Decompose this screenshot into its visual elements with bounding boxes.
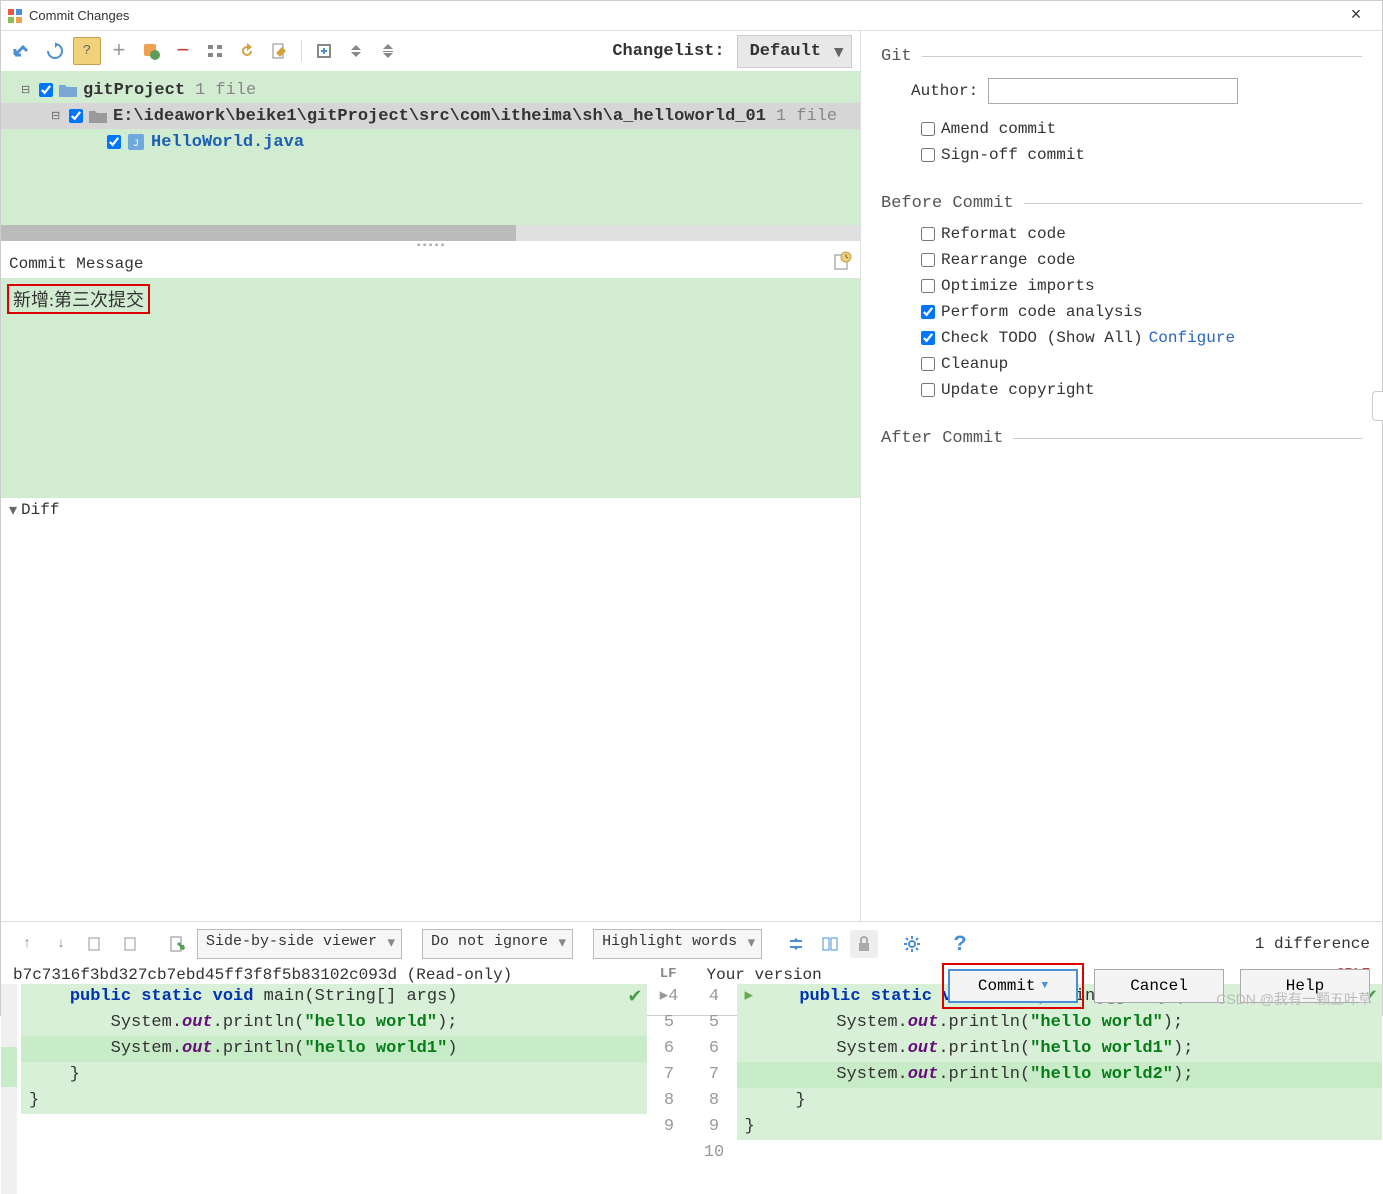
right-revision-label: Your version [707, 966, 822, 984]
cleanup-label: Cleanup [941, 355, 1008, 373]
diff-label: Diff [21, 501, 59, 519]
tree-dir[interactable]: ⊟ E:\ideawork\beike1\gitProject\src\com\… [1, 103, 860, 129]
compare-prev-icon[interactable] [81, 930, 109, 958]
commit-button[interactable]: Commit▼ [948, 969, 1078, 1003]
copyright-label: Update copyright [941, 381, 1095, 399]
changelist-label: Changelist: [612, 42, 724, 61]
before-commit-section: Before Commit [881, 194, 1362, 213]
viewer-select[interactable]: Side-by-side viewer [197, 929, 402, 959]
svg-text:J: J [133, 139, 139, 150]
dropdown-icon[interactable]: ▼ [1042, 980, 1049, 992]
settings-icon[interactable] [898, 930, 926, 958]
history-icon[interactable] [832, 251, 852, 276]
after-commit-section: After Commit [881, 429, 1362, 448]
configure-link[interactable]: Configure [1149, 329, 1235, 347]
changelist-select[interactable]: Default [737, 35, 852, 68]
watermark: CSDN @我有一颗五叶草 [1216, 989, 1372, 1009]
tree-file-name: HelloWorld.java [151, 133, 304, 152]
author-label: Author: [911, 82, 978, 100]
commit-message-label: Commit Message [9, 255, 832, 273]
changelist-icon[interactable] [137, 37, 165, 65]
cancel-button[interactable]: Cancel [1094, 969, 1224, 1003]
options-panel: Git Author: Amend commit Sign-off commit… [861, 31, 1382, 921]
help-icon[interactable]: ? [946, 930, 974, 958]
git-section: Git [881, 47, 1362, 66]
java-file-icon: J [127, 134, 145, 150]
analysis-label: Perform code analysis [941, 303, 1143, 321]
amend-label: Amend commit [941, 120, 1056, 138]
tree-root-meta: 1 file [195, 81, 256, 100]
prev-diff-icon[interactable]: ↑ [13, 930, 41, 958]
highlight-select[interactable]: Highlight words [593, 929, 762, 959]
close-button[interactable]: × [1336, 6, 1376, 26]
next-diff-icon[interactable]: ↓ [47, 930, 75, 958]
author-input[interactable] [988, 78, 1238, 104]
expand-icon[interactable] [310, 37, 338, 65]
reformat-label: Reformat code [941, 225, 1066, 243]
jump-source-icon[interactable] [163, 930, 191, 958]
optimize-checkbox[interactable] [921, 279, 935, 293]
titlebar: Commit Changes × [1, 1, 1382, 31]
rearrange-label: Rearrange code [941, 251, 1075, 269]
app-icon [7, 8, 23, 24]
file-tree: ⊟ gitProject 1 file ⊟ E:\ideawork\beike1… [1, 71, 860, 241]
tree-checkbox[interactable] [107, 135, 121, 149]
folder-icon [59, 82, 77, 98]
sync-scroll-icon[interactable] [816, 930, 844, 958]
remove-icon[interactable]: − [169, 37, 197, 65]
lock-icon[interactable] [850, 930, 878, 958]
collapse-all-icon[interactable] [342, 37, 370, 65]
window-title: Commit Changes [29, 8, 1336, 23]
tree-checkbox[interactable] [39, 83, 53, 97]
group-icon[interactable] [201, 37, 229, 65]
resizer[interactable]: ▪▪▪▪▪ [1, 241, 860, 249]
tree-root-name: gitProject [83, 81, 185, 100]
collapse-icon[interactable]: ⊟ [21, 83, 33, 97]
folder-icon [89, 108, 107, 124]
tree-checkbox[interactable] [69, 109, 83, 123]
commit-toolbar: ? + − Changelist: Default [1, 31, 860, 71]
collapse-unchanged-icon[interactable] [782, 930, 810, 958]
commit-message-text: 新增:第三次提交 [7, 284, 150, 314]
refresh-icon[interactable] [41, 37, 69, 65]
commit-message-input[interactable]: 新增:第三次提交 [1, 278, 860, 498]
rearrange-checkbox[interactable] [921, 253, 935, 267]
copyright-checkbox[interactable] [921, 383, 935, 397]
signoff-checkbox[interactable] [921, 148, 935, 162]
tree-dir-path: E:\ideawork\beike1\gitProject\src\com\it… [113, 107, 766, 126]
diff-count: 1 difference [1255, 935, 1370, 953]
reformat-checkbox[interactable] [921, 227, 935, 241]
edit-icon[interactable] [265, 37, 293, 65]
left-revision-label: b7c7316f3bd327cb7ebd45ff3f8f5b83102c093d… [13, 966, 512, 984]
float-widget-icon[interactable] [1372, 391, 1383, 421]
optimize-label: Optimize imports [941, 277, 1095, 295]
tree-scrollbar[interactable] [1, 225, 860, 241]
tree-file[interactable]: J HelloWorld.java [1, 129, 860, 155]
analysis-checkbox[interactable] [921, 305, 935, 319]
collapse-icon[interactable]: ⊟ [51, 109, 63, 123]
todo-label: Check TODO (Show All) [941, 329, 1143, 347]
add-icon[interactable]: + [105, 37, 133, 65]
collapse-icon[interactable]: ▾ [9, 500, 17, 520]
amend-checkbox[interactable] [921, 122, 935, 136]
ignore-select[interactable]: Do not ignore [422, 929, 573, 959]
show-diff-icon[interactable] [9, 37, 37, 65]
tree-root[interactable]: ⊟ gitProject 1 file [1, 77, 860, 103]
expand-all-icon[interactable] [374, 37, 402, 65]
compare-next-icon[interactable] [115, 930, 143, 958]
cleanup-checkbox[interactable] [921, 357, 935, 371]
signoff-label: Sign-off commit [941, 146, 1085, 164]
revert-icon[interactable] [233, 37, 261, 65]
help-icon[interactable]: ? [73, 37, 101, 65]
diff-pane: ↑ ↓ Side-by-side viewer Do not ignore Hi… [1, 921, 1382, 1194]
left-eol-badge: LF [660, 966, 677, 982]
tree-dir-meta: 1 file [776, 107, 837, 126]
check-icon: ✔ [627, 986, 642, 1008]
todo-checkbox[interactable] [921, 331, 935, 345]
